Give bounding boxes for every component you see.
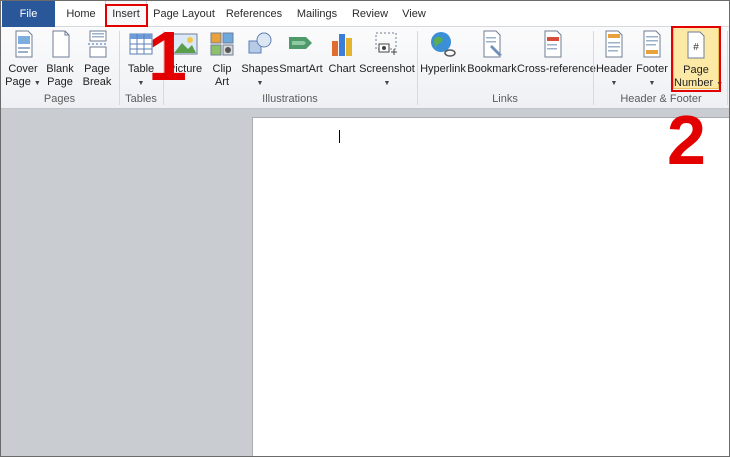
ribbon-tabs: File Home Insert Page Layout References … (1, 1, 729, 28)
tab-insert[interactable]: Insert (105, 1, 147, 28)
footer-label: Footer ▼ (636, 63, 668, 87)
bookmark-icon (483, 30, 502, 58)
page-number-label: Page Number ▼ (674, 64, 724, 89)
step-1-annotation: 1 (148, 17, 187, 95)
page-number-button[interactable]: # Page Number ▼ (673, 27, 724, 89)
blank-page-label: Blank Page (46, 63, 74, 88)
text-cursor (339, 130, 340, 143)
tab-view[interactable]: View (397, 1, 431, 27)
word-window: File Home Insert Page Layout References … (0, 0, 730, 457)
shapes-icon (248, 32, 272, 54)
smartart-icon (289, 37, 312, 49)
page-number-icon: # (687, 31, 705, 59)
tab-review[interactable]: Review (348, 1, 392, 27)
cross-reference-icon (544, 30, 562, 58)
smartart-label: SmartArt (279, 63, 323, 75)
bookmark-label: Bookmark (467, 63, 517, 75)
group-label-tables: Tables (125, 93, 157, 105)
blank-page-icon (52, 30, 70, 58)
footer-icon (643, 30, 661, 58)
chart-icon (332, 34, 352, 56)
tab-file[interactable]: File (2, 1, 55, 27)
tab-home[interactable]: Home (59, 1, 103, 27)
hyperlink-label: Hyperlink (420, 63, 466, 75)
ribbon-insert: CoverPage ▼ BlankPage PageBreak Pages (1, 26, 729, 109)
group-label-pages: Pages (43, 93, 76, 105)
group-label-header-footer: Header & Footer (620, 93, 702, 105)
group-separator (727, 31, 728, 105)
cover-page-icon (15, 30, 33, 58)
cover-page-label: Cover Page ▼ (5, 63, 41, 88)
hyperlink-icon (431, 32, 456, 57)
clip-art-icon (210, 32, 234, 56)
shapes-label: Shapes ▼ (241, 63, 279, 87)
group-label-illustrations: Illustrations (262, 93, 318, 105)
screenshot-label: Screenshot ▼ (359, 63, 415, 87)
step-2-annotation: 2 (667, 101, 706, 179)
page-break-icon (88, 30, 108, 58)
tab-mailings[interactable]: Mailings (291, 1, 343, 27)
tab-references[interactable]: References (223, 1, 285, 27)
chart-label: Chart (328, 63, 356, 75)
svg-text:#: # (693, 42, 699, 53)
cross-reference-label: Cross-reference (517, 63, 596, 75)
screenshot-icon (375, 32, 397, 55)
header-icon (605, 30, 623, 58)
document-page[interactable] (252, 117, 729, 456)
clip-art-label: Clip Art (212, 63, 232, 88)
page-break-label: Page Break (82, 63, 112, 88)
document-workspace (1, 109, 729, 456)
group-label-links: Links (492, 93, 518, 105)
header-label: Header ▼ (595, 63, 633, 87)
